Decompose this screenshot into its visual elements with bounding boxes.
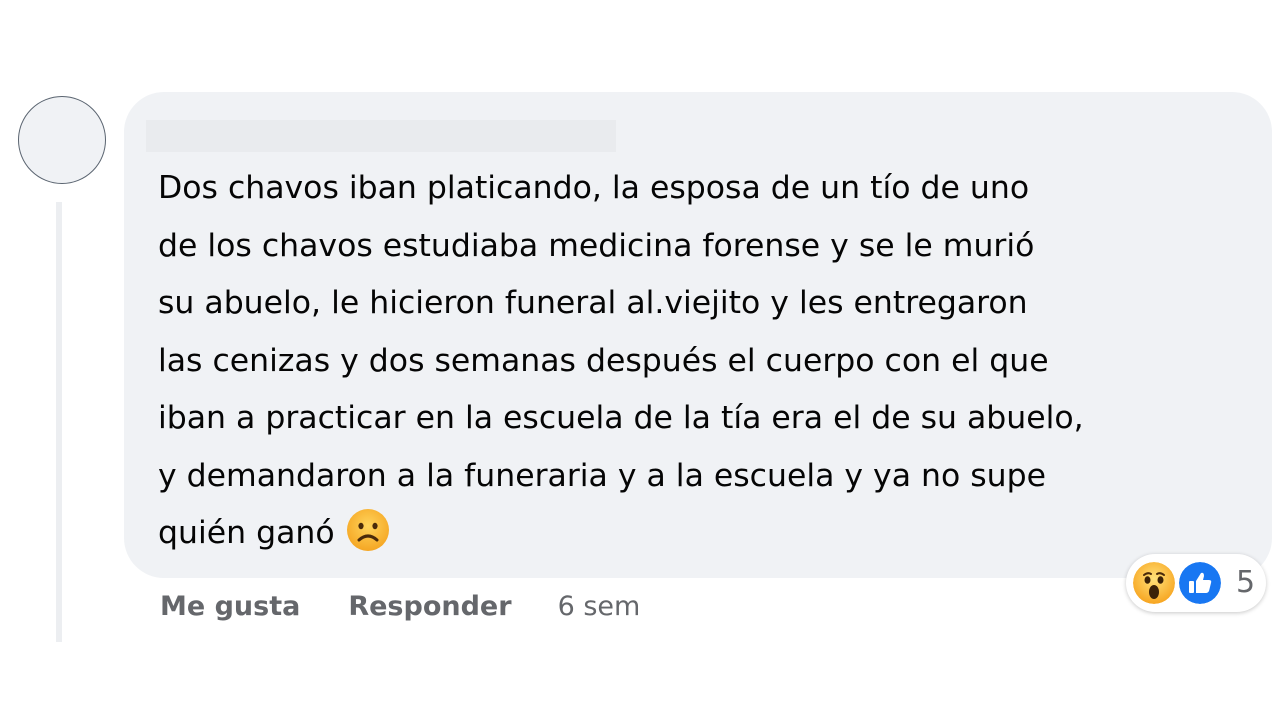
comment-thread: Dos chavos iban platicando, la esposa de… xyxy=(0,0,1280,720)
avatar[interactable] xyxy=(18,96,106,184)
comment-actions: Me gusta Responder 6 sem xyxy=(160,588,640,624)
comment-text: Dos chavos iban platicando, la esposa de… xyxy=(158,160,1258,563)
reply-button[interactable]: Responder xyxy=(348,591,511,622)
wow-reaction-icon xyxy=(1130,559,1178,607)
like-reaction-icon xyxy=(1176,559,1224,607)
comment-body: Dos chavos iban platicando, la esposa de… xyxy=(158,170,1084,551)
timestamp[interactable]: 6 sem xyxy=(558,591,641,622)
frowning-face-icon xyxy=(346,509,389,551)
thread-line xyxy=(56,202,62,642)
reaction-summary[interactable]: 5 xyxy=(1126,554,1266,612)
author-name[interactable] xyxy=(146,120,616,152)
like-button[interactable]: Me gusta xyxy=(160,591,300,622)
reaction-count: 5 xyxy=(1236,565,1256,600)
